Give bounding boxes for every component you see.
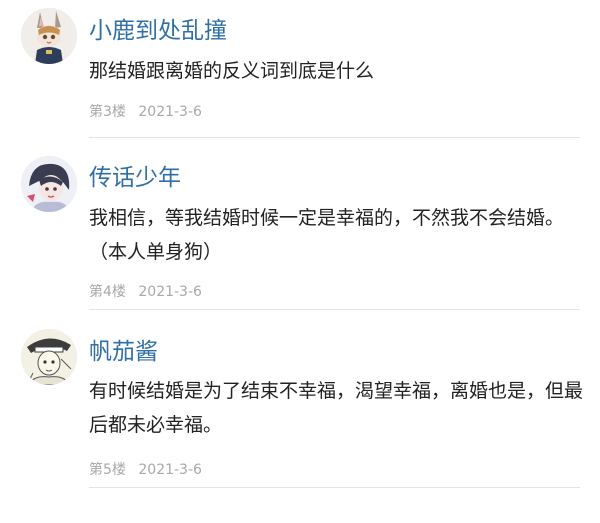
comment-line: 后都未必幸福。 xyxy=(89,414,223,436)
comment-line: 有时候结婚是为了结束不幸福，渴望幸福，离婚也是，但最 xyxy=(89,380,584,402)
comment-meta: 第3楼 2021-3-6 xyxy=(89,103,202,121)
comment-date: 2021-3-6 xyxy=(138,462,202,478)
comment-meta: 第5楼 2021-3-6 xyxy=(89,461,202,479)
username[interactable]: 小鹿到处乱撞 xyxy=(89,16,227,46)
avatar[interactable] xyxy=(21,156,77,212)
comment-text: 我相信，等我结婚时候一定是幸福的，不然我不会结婚。 （本人单身狗） xyxy=(89,201,589,269)
floor-number: 第5楼 xyxy=(89,462,126,478)
username[interactable]: 传话少年 xyxy=(89,163,181,193)
comment-date: 2021-3-6 xyxy=(138,104,202,120)
avatar-anime-boy-icon xyxy=(21,156,77,212)
comment-text: 有时候结婚是为了结束不幸福，渴望幸福，离婚也是，但最 后都未必幸福。 xyxy=(89,374,589,442)
divider xyxy=(89,137,580,138)
avatar[interactable] xyxy=(21,329,77,385)
comment-date: 2021-3-6 xyxy=(138,284,202,300)
comment-line: 我相信，等我结婚时候一定是幸福的，不然我不会结婚。 xyxy=(89,207,565,229)
comment-item: 小鹿到处乱撞 那结婚跟离婚的反义词到底是什么 第3楼 2021-3-6 xyxy=(0,0,600,150)
avatar-sketch-girl-icon xyxy=(21,329,77,385)
avatar-bunny-cop-icon xyxy=(21,8,77,64)
avatar[interactable] xyxy=(21,8,77,64)
floor-number: 第4楼 xyxy=(89,284,126,300)
divider xyxy=(89,309,580,310)
comment-text: 那结婚跟离婚的反义词到底是什么 xyxy=(89,54,589,88)
floor-number: 第3楼 xyxy=(89,104,126,120)
comment-list: 小鹿到处乱撞 那结婚跟离婚的反义词到底是什么 第3楼 2021-3-6 传话少年… xyxy=(0,0,600,523)
comment-item: 帆茄酱 有时候结婚是为了结束不幸福，渴望幸福，离婚也是，但最 后都未必幸福。 第… xyxy=(0,313,600,523)
comment-item: 传话少年 我相信，等我结婚时候一定是幸福的，不然我不会结婚。 （本人单身狗） 第… xyxy=(0,150,600,313)
username[interactable]: 帆茄酱 xyxy=(89,337,158,367)
comment-line: 那结婚跟离婚的反义词到底是什么 xyxy=(89,60,375,82)
comment-line: （本人单身狗） xyxy=(89,241,223,263)
comment-meta: 第4楼 2021-3-6 xyxy=(89,283,202,301)
divider xyxy=(89,487,580,488)
